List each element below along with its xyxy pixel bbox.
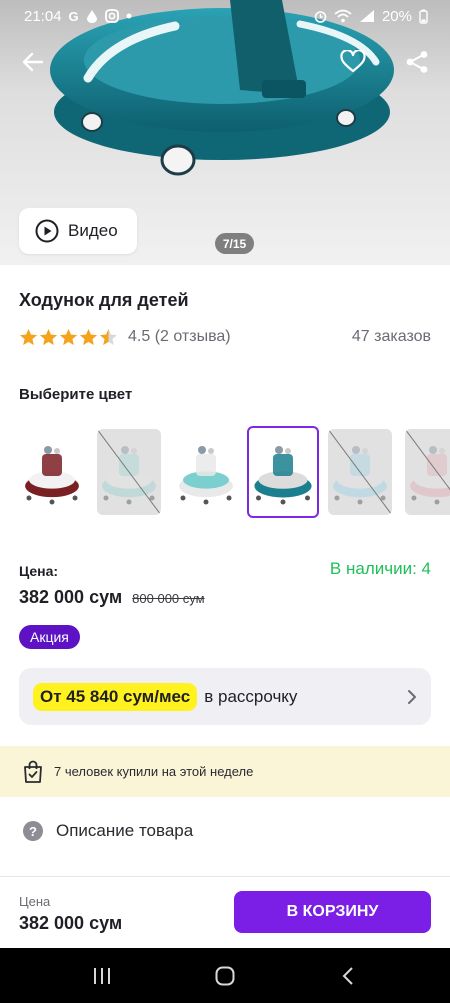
color-swatch-teal-light[interactable] xyxy=(174,429,238,515)
promo-badge: Акция xyxy=(19,625,80,649)
share-button[interactable] xyxy=(395,40,439,84)
add-to-cart-button[interactable]: В КОРЗИНУ xyxy=(234,891,431,933)
bottom-price: 382 000 сум xyxy=(19,913,123,933)
drop-icon xyxy=(86,10,97,23)
rating-text: 4.5 (2 отзыва) xyxy=(128,328,231,345)
battery-icon xyxy=(419,9,428,24)
back-nav-button[interactable] xyxy=(318,956,378,996)
home-button[interactable] xyxy=(195,956,255,996)
status-bar: 21:04 G 20% xyxy=(0,0,450,32)
walker-thumbnail xyxy=(254,446,312,505)
current-price: 382 000 сум xyxy=(19,587,123,607)
product-screen: 21:04 G 20% Видео 7/15 Ходунок для детей… xyxy=(0,0,450,1003)
rating-stars xyxy=(19,328,118,346)
rating-row[interactable]: 4.5 (2 отзыва) 47 заказов xyxy=(19,326,431,348)
share-icon xyxy=(406,51,428,73)
chevron-right-icon xyxy=(408,689,416,704)
star-icon xyxy=(20,329,37,345)
arrow-left-icon xyxy=(22,52,44,72)
color-swatches xyxy=(20,426,450,520)
play-icon xyxy=(35,219,59,243)
walker-thumbnail xyxy=(328,429,392,515)
color-swatch-sky-blue[interactable] xyxy=(328,429,392,515)
star-icon xyxy=(100,329,117,345)
product-gallery[interactable]: 21:04 G 20% Видео 7/15 xyxy=(0,0,450,265)
question-icon: ? xyxy=(23,821,43,841)
wifi-icon xyxy=(334,9,352,23)
product-title: Ходунок для детей xyxy=(19,290,189,310)
recent-apps-icon xyxy=(93,967,110,984)
recent-apps-button[interactable] xyxy=(72,956,132,996)
bottom-bar: Цена 382 000 сум В КОРЗИНУ xyxy=(0,876,450,948)
walker-thumbnail xyxy=(405,429,450,515)
description-label: Описание товара xyxy=(56,821,194,840)
back-chevron-icon xyxy=(342,966,354,985)
color-heading: Выберите цвет xyxy=(19,386,133,403)
star-icon xyxy=(80,329,97,345)
video-button[interactable]: Видео xyxy=(19,208,137,254)
google-icon: G xyxy=(68,8,79,24)
buyers-banner: 7 человек купили на этой неделе xyxy=(0,746,450,797)
favorite-button[interactable] xyxy=(331,40,375,84)
signal-icon xyxy=(359,10,374,22)
home-icon xyxy=(215,966,235,985)
installment-button[interactable]: От 45 840 сум/мес в рассрочку xyxy=(19,668,431,725)
color-swatch-burgundy[interactable] xyxy=(20,429,84,515)
shopping-bag-icon xyxy=(24,760,42,783)
price-label: Цена: xyxy=(19,563,59,579)
star-icon xyxy=(40,329,57,345)
dot-icon xyxy=(126,13,132,19)
color-swatch-mint-pink[interactable] xyxy=(97,429,161,515)
installment-amount: От 45 840 сум/мес xyxy=(33,682,198,711)
image-counter: 7/15 xyxy=(215,233,254,254)
bottom-price-label: Цена xyxy=(19,894,51,909)
alarm-icon xyxy=(314,11,327,23)
walker-thumbnail xyxy=(179,446,233,505)
buyers-text: 7 человек купили на этой неделе xyxy=(54,764,254,779)
star-icon xyxy=(60,329,77,345)
walker-thumbnail xyxy=(97,429,161,515)
color-swatch-teal[interactable] xyxy=(247,426,319,518)
color-swatch-pink[interactable] xyxy=(405,429,450,515)
top-navigation xyxy=(0,40,450,84)
description-row[interactable]: ? Описание товара xyxy=(0,797,450,865)
installment-text: в рассрочку xyxy=(204,686,298,706)
video-label: Видео xyxy=(68,221,118,240)
battery-percent: 20% xyxy=(381,7,412,25)
heart-icon xyxy=(340,50,366,73)
system-navigation-bar xyxy=(0,948,450,1003)
walker-thumbnail xyxy=(25,446,79,505)
status-time: 21:04 xyxy=(24,7,62,25)
back-button[interactable] xyxy=(11,40,55,84)
old-price: 800 000 сум xyxy=(132,591,205,606)
instagram-icon xyxy=(104,9,119,23)
stock-status: В наличии: 4 xyxy=(329,559,431,578)
orders-count: 47 заказов xyxy=(351,328,431,345)
price-row: 382 000 сум 800 000 сум xyxy=(19,587,205,608)
